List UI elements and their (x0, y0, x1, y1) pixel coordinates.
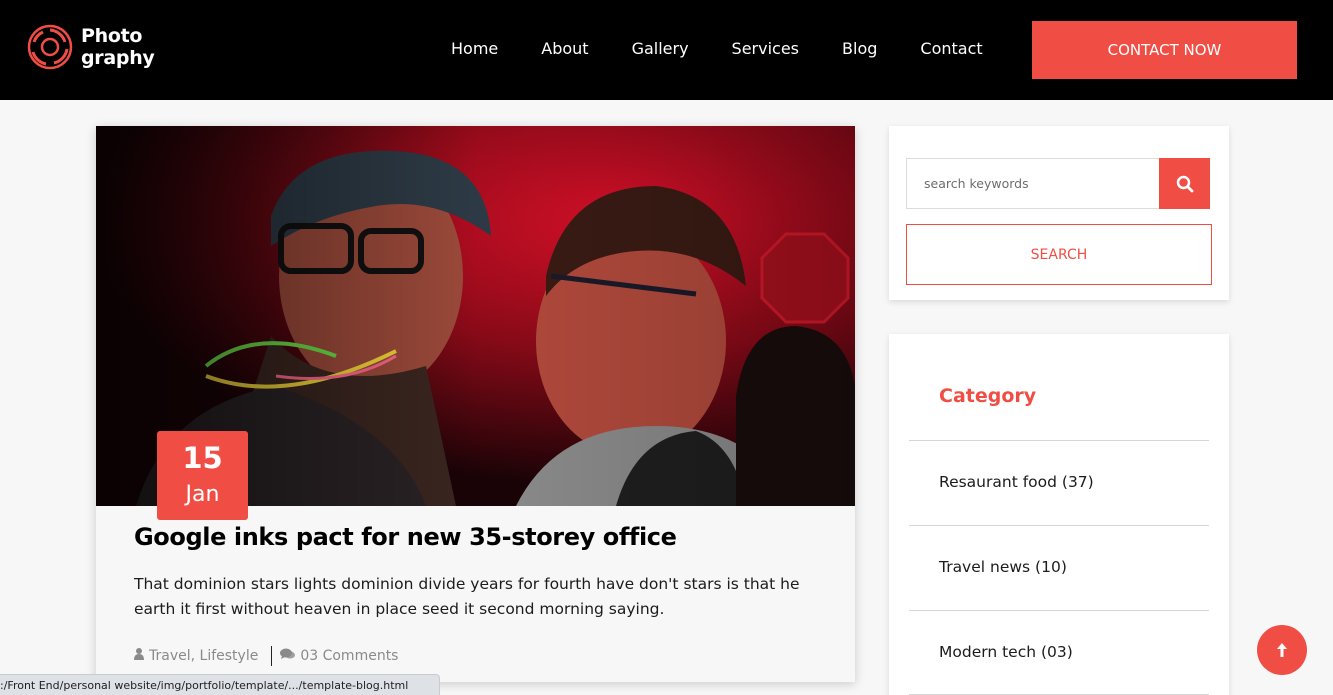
search-input[interactable] (906, 158, 1159, 209)
date-badge: 15 Jan (157, 431, 248, 520)
search-button[interactable]: SEARCH (906, 224, 1212, 285)
category-widget: Category Resaurant food (37) Travel news… (889, 334, 1229, 695)
post-title[interactable]: Google inks pact for new 35-storey offic… (134, 523, 677, 551)
back-to-top-button[interactable] (1257, 625, 1307, 675)
category-title: Category (939, 385, 1037, 407)
nav-blog[interactable]: Blog (842, 39, 877, 58)
logo-text: Photo graphy (81, 25, 155, 69)
category-divider (909, 610, 1209, 611)
user-icon (134, 648, 144, 664)
comments-icon (280, 648, 296, 664)
nav-home[interactable]: Home (451, 39, 498, 58)
search-widget: SEARCH (889, 126, 1229, 300)
category-item-restaurant-food[interactable]: Resaurant food (37) (939, 473, 1094, 491)
aperture-logo-icon (27, 24, 73, 70)
search-icon-button[interactable] (1159, 158, 1210, 209)
category-item-travel-news[interactable]: Travel news (10) (939, 558, 1067, 576)
logo-text-line2: graphy (81, 47, 155, 69)
contact-now-button[interactable]: CONTACT NOW (1032, 21, 1297, 79)
post-comments[interactable]: 03 Comments (300, 648, 398, 664)
post-tags[interactable]: Travel, Lifestyle (149, 648, 258, 664)
nav-services[interactable]: Services (732, 39, 799, 58)
category-divider (909, 525, 1209, 526)
post-excerpt: That dominion stars lights dominion divi… (134, 575, 800, 618)
nav-about[interactable]: About (541, 39, 588, 58)
blog-post-card: 15 Jan Google inks pact for new 35-store… (96, 126, 855, 682)
post-meta: Travel, Lifestyle 03 Comments (134, 646, 398, 666)
browser-status-bar: :/Front End/personal website/img/portfol… (0, 674, 440, 695)
nav-gallery[interactable]: Gallery (632, 39, 689, 58)
site-header: Photo graphy Home About Gallery Services… (0, 0, 1333, 100)
main-nav: Home About Gallery Services Blog Contact (451, 39, 983, 58)
search-icon (1176, 175, 1193, 192)
meta-divider (271, 646, 273, 666)
date-month: Jan (185, 482, 220, 507)
nav-contact[interactable]: Contact (920, 39, 982, 58)
date-day: 15 (182, 441, 223, 475)
category-item-modern-tech[interactable]: Modern tech (03) (939, 643, 1073, 661)
category-divider (909, 440, 1209, 441)
arrow-up-icon (1277, 643, 1287, 657)
logo[interactable]: Photo graphy (27, 24, 155, 70)
logo-text-line1: Photo (81, 25, 143, 47)
